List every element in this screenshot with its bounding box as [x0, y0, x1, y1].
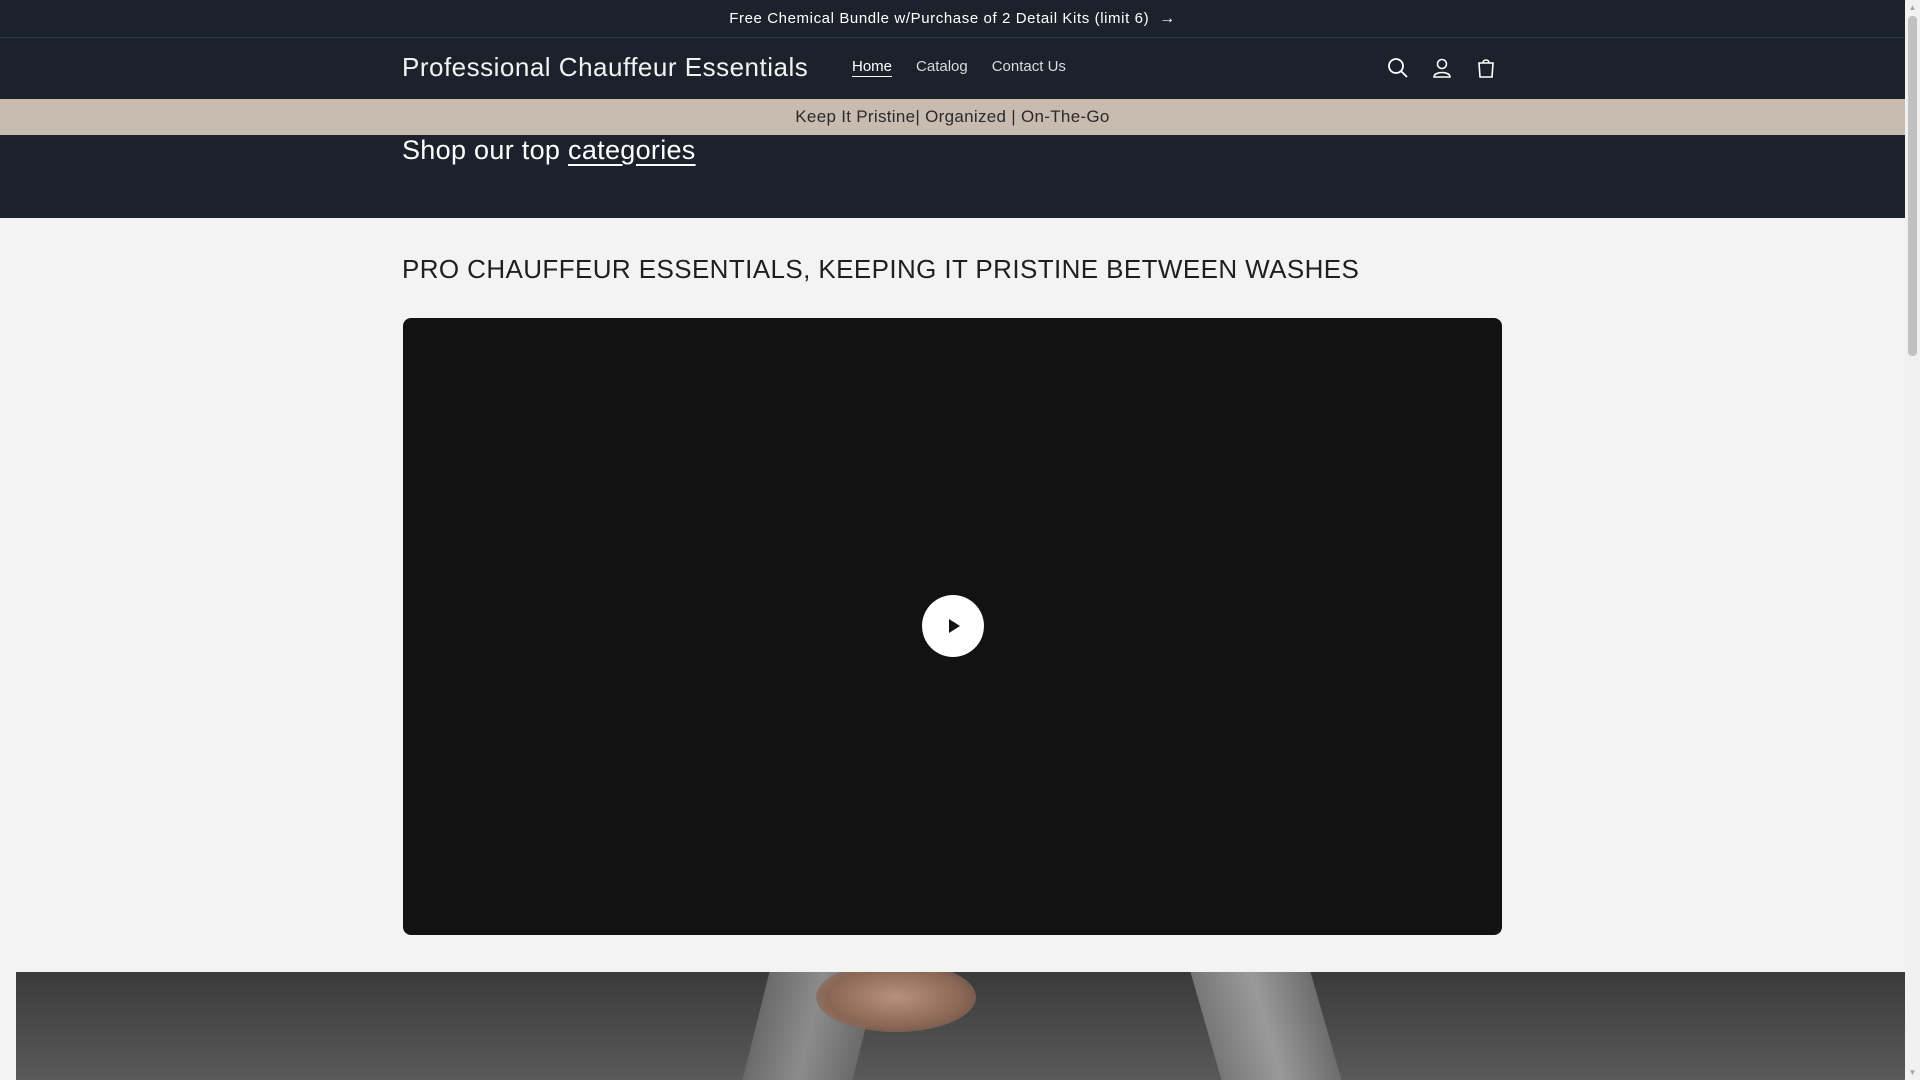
- site-header: Professional Chauffeur Essentials Home C…: [0, 38, 1905, 99]
- play-button[interactable]: [922, 595, 984, 657]
- nav-contact-us[interactable]: Contact Us: [992, 58, 1066, 75]
- announcement-bar[interactable]: Free Chemical Bundle w/Purchase of 2 Det…: [0, 0, 1905, 38]
- categories-link[interactable]: categories: [568, 135, 696, 165]
- tagline-bar: Keep It Pristine| Organized | On-The-Go: [0, 99, 1905, 135]
- page: Free Chemical Bundle w/Purchase of 2 Det…: [0, 0, 1905, 1080]
- site-logo[interactable]: Professional Chauffeur Essentials: [402, 52, 808, 83]
- scroll-thumb[interactable]: [1908, 16, 1917, 356]
- play-icon: [949, 619, 960, 633]
- hero-image: [16, 972, 1905, 1080]
- announcement-text: Free Chemical Bundle w/Purchase of 2 Det…: [729, 10, 1150, 27]
- tagline-text: Keep It Pristine| Organized | On-The-Go: [795, 107, 1110, 126]
- scroll-down-icon[interactable]: ▼: [1905, 1065, 1920, 1080]
- categories-section: Shop our top categories: [0, 135, 1905, 218]
- search-icon[interactable]: [1384, 54, 1412, 82]
- video-player[interactable]: [403, 318, 1502, 935]
- scrollbar[interactable]: ▲ ▼: [1905, 0, 1920, 1080]
- header-icons: [1384, 54, 1516, 82]
- hero-strap-right: [1190, 972, 1342, 1080]
- section-title: PRO CHAUFFEUR ESSENTIALS, KEEPING IT PRI…: [402, 254, 1360, 284]
- account-icon[interactable]: [1428, 54, 1456, 82]
- nav-home[interactable]: Home: [852, 58, 892, 75]
- scroll-up-icon[interactable]: ▲: [1905, 0, 1920, 15]
- nav-catalog[interactable]: Catalog: [916, 58, 968, 75]
- main-nav: Home Catalog Contact Us: [852, 58, 1090, 75]
- arrow-right-icon: →: [1159, 9, 1176, 27]
- categories-prefix: Shop our top: [402, 135, 569, 165]
- categories-heading: Shop our top categories: [402, 135, 696, 166]
- cart-icon[interactable]: [1472, 54, 1500, 82]
